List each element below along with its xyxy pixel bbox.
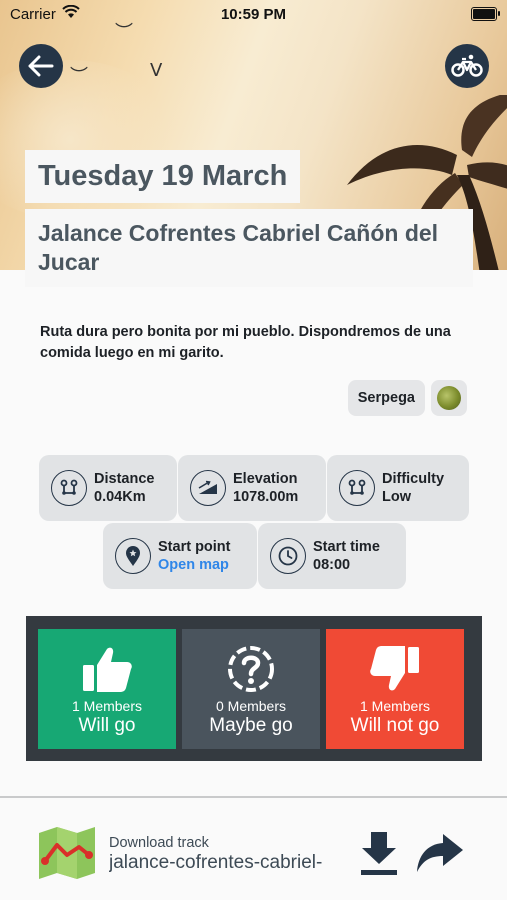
clock-icon (270, 538, 306, 574)
thumbs-up-icon (38, 645, 176, 695)
clock-time: 10:59 PM (220, 6, 287, 23)
maybe-go-count: 0 Members (215, 698, 287, 714)
event-date-text: Tuesday 19 March (38, 160, 288, 192)
distance-value: 0.04Km (94, 489, 146, 505)
track-filename: jalance-cofrentes-cabriel- (109, 852, 323, 873)
avatar (437, 386, 461, 410)
event-title: Jalance Cofrentes Cabriel Cañón del Juca… (25, 209, 473, 287)
elevation-icon (190, 470, 226, 506)
start-point-label: Start point (158, 539, 231, 555)
share-icon[interactable] (415, 832, 465, 874)
distance-stat: Distance 0.04Km (39, 455, 177, 521)
start-time-value: 08:00 (313, 557, 351, 573)
maybe-go-label: Maybe go (209, 715, 293, 736)
will-go-count: 1 Members (71, 698, 143, 714)
will-not-go-button[interactable]: 1 Members Will not go (326, 629, 464, 749)
start-point-stat[interactable]: Start point Open map (103, 523, 257, 589)
start-time-label: Start time (313, 539, 380, 555)
difficulty-stat: Difficulty Low (327, 455, 469, 521)
download-icon[interactable] (358, 830, 400, 876)
author-avatar-button[interactable] (431, 380, 467, 416)
event-title-text: Jalance Cofrentes Cabriel Cañón del Juca… (38, 220, 439, 275)
bicycle-icon (451, 54, 483, 77)
location-pin-icon (115, 538, 151, 574)
open-map-link[interactable]: Open map (158, 556, 231, 574)
activity-type-button[interactable] (445, 44, 489, 88)
download-track-label: Download track (109, 835, 209, 851)
bird-icon: ᐯ (150, 60, 163, 80)
status-bar: Carrier 10:59 PM (0, 0, 507, 28)
bird-icon: ︶ (70, 66, 88, 86)
start-time-stat: Start time 08:00 (258, 523, 406, 589)
distance-label: Distance (94, 471, 155, 487)
author-name[interactable]: Serpega (347, 380, 425, 416)
will-not-go-count: 1 Members (359, 698, 431, 714)
difficulty-value: Low (382, 489, 411, 505)
back-arrow-icon (28, 55, 54, 77)
battery-icon (471, 7, 500, 21)
elevation-value: 1078.00m (233, 489, 299, 505)
maybe-go-button[interactable]: 0 Members Maybe go (182, 629, 320, 749)
back-button[interactable] (19, 44, 63, 88)
elevation-label: Elevation (233, 471, 298, 487)
event-description: Ruta dura pero bonita por mi pueblo. Dis… (40, 324, 451, 361)
will-go-label: Will go (78, 715, 136, 736)
question-icon (182, 645, 320, 695)
will-go-button[interactable]: 1 Members Will go (38, 629, 176, 749)
thumbs-down-icon (326, 645, 464, 695)
route-icon (51, 470, 87, 506)
will-not-go-label: Will not go (350, 715, 440, 736)
event-date: Tuesday 19 March (25, 150, 301, 203)
attendance-panel: 1 Members Will go 0 Members Maybe go 1 M… (26, 616, 482, 761)
elevation-stat: Elevation 1078.00m (178, 455, 326, 521)
difficulty-label: Difficulty (382, 471, 445, 487)
map-icon (39, 827, 95, 879)
difficulty-icon (339, 470, 375, 506)
